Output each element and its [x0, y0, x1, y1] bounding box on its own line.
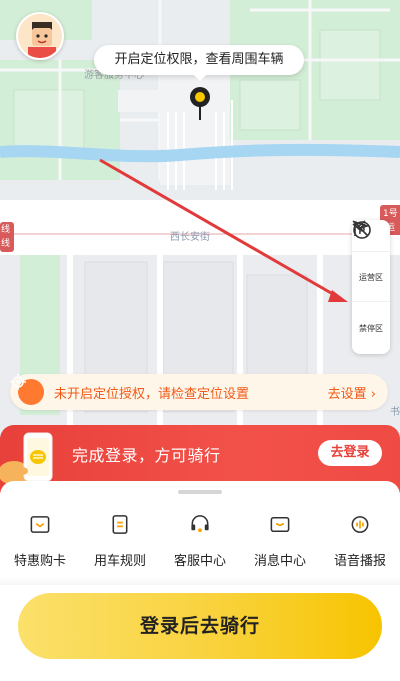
go-settings-link[interactable]: 去设置 › — [328, 383, 376, 402]
menu-item-discount-card[interactable]: 特惠购卡 — [0, 509, 80, 569]
metro-label-right-1: 1号 — [383, 209, 398, 219]
drag-handle[interactable] — [178, 490, 222, 494]
login-to-ride-button[interactable]: 登录后去骑行 — [18, 593, 382, 659]
headset-icon — [191, 515, 209, 533]
menu-item-customer-service[interactable]: 客服中心 — [160, 509, 240, 569]
metro-label-left-2: 线 — [1, 239, 11, 249]
phone-hand-icon — [0, 431, 64, 487]
location-permission-tip[interactable]: 开启定位权限，查看周围车辆 — [94, 45, 304, 81]
go-login-button[interactable]: 去登录 — [318, 440, 382, 466]
crosshair-icon — [10, 374, 44, 405]
menu-item-messages[interactable]: 消息中心 — [240, 509, 320, 569]
section-divider — [0, 577, 400, 585]
menu-item-label: 用车规则 — [93, 554, 146, 569]
location-auth-notice[interactable]: 未开启定位授权，请检查定位设置 去设置 › — [10, 374, 388, 410]
notice-text: 未开启定位授权，请检查定位设置 — [54, 386, 250, 402]
discount-card-icon — [30, 516, 50, 533]
no-parking-zone-button[interactable]: P 禁停区 — [352, 221, 390, 352]
menu-item-label: 客服中心 — [173, 554, 226, 569]
metro-label-left-1: 线 — [1, 225, 11, 235]
menu-item-label: 语音播报 — [333, 554, 386, 569]
no-parking-icon: P — [353, 221, 371, 239]
menu-item-voice-broadcast[interactable]: 语音播报 — [320, 509, 400, 569]
operating-zone-label: 运营区 — [359, 273, 383, 282]
map-view[interactable]: 游客服务中心 西长安街 线 线 1号 运 书 开启定位权限，查看周围车辆 运营区… — [0, 0, 400, 445]
quick-menu: 特惠购卡 用车规则 客服中心 消息中心 语音播报 — [0, 509, 400, 569]
street-label: 西长安街 — [170, 232, 210, 243]
voice-broadcast-icon — [351, 516, 369, 533]
rules-document-icon — [112, 515, 128, 534]
map-side-panel: 运营区 P 禁停区 — [352, 220, 390, 354]
menu-item-ride-rules[interactable]: 用车规则 — [80, 509, 160, 569]
login-banner-text: 完成登录，方可骑行 — [72, 446, 221, 465]
menu-item-label: 特惠购卡 — [13, 554, 66, 569]
envelope-icon — [270, 517, 290, 532]
avatar-face-icon — [18, 14, 62, 58]
menu-item-label: 消息中心 — [253, 554, 306, 569]
location-pin-icon — [189, 86, 211, 122]
no-parking-zone-label: 禁停区 — [359, 323, 383, 333]
operating-zone-button[interactable]: 运营区 — [352, 220, 390, 302]
avatar[interactable] — [16, 12, 64, 60]
map-edge-label: 书 — [390, 407, 400, 418]
